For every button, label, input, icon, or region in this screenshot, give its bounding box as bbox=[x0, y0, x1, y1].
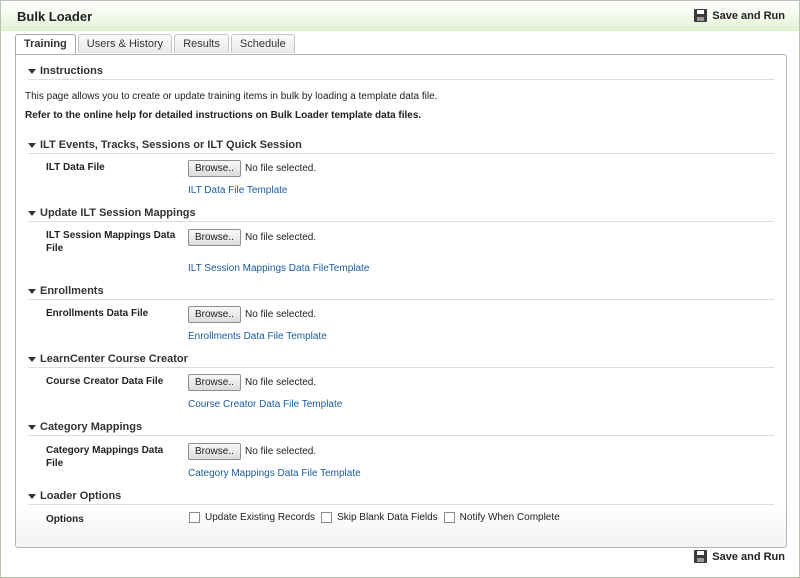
divider bbox=[28, 435, 774, 436]
page-title: Bulk Loader bbox=[17, 9, 93, 24]
ilt-mappings-browse-button[interactable]: Browse.. bbox=[188, 229, 241, 246]
section-loader-options-toggle[interactable]: Loader Options bbox=[28, 490, 121, 502]
collapse-caret-icon bbox=[28, 493, 36, 499]
tab-schedule[interactable]: Schedule bbox=[230, 34, 295, 53]
option-label: Notify When Complete bbox=[459, 512, 560, 523]
section-instructions-toggle[interactable]: Instructions bbox=[28, 65, 103, 77]
section-ilt-mappings-toggle[interactable]: Update ILT Session Mappings bbox=[28, 207, 196, 219]
ilt-mappings-data-file-label: ILT Session Mappings Data File bbox=[46, 230, 176, 254]
option-label: Skip Blank Data Fields bbox=[337, 512, 438, 523]
training-panel: Instructions This page allows you to cre… bbox=[15, 54, 787, 548]
section-title: Update ILT Session Mappings bbox=[40, 207, 196, 219]
section-enrollments-toggle[interactable]: Enrollments bbox=[28, 285, 104, 297]
course-creator-browse-button[interactable]: Browse.. bbox=[188, 374, 241, 391]
collapse-caret-icon bbox=[28, 210, 36, 216]
ilt-browse-button[interactable]: Browse.. bbox=[188, 160, 241, 177]
instructions-text: This page allows you to create or update… bbox=[25, 91, 438, 102]
divider bbox=[28, 153, 774, 154]
section-title: LearnCenter Course Creator bbox=[40, 353, 188, 365]
app-window: Bulk Loader Save and Run Training Users … bbox=[0, 0, 800, 578]
save-and-run-button-bottom[interactable]: Save and Run bbox=[694, 550, 785, 563]
category-mappings-file-status: No file selected. bbox=[245, 446, 317, 457]
ilt-mappings-template-link[interactable]: ILT Session Mappings Data FileTemplate bbox=[188, 263, 369, 274]
loader-options-group: Update Existing Records Skip Blank Data … bbox=[189, 512, 566, 523]
section-course-creator-toggle[interactable]: LearnCenter Course Creator bbox=[28, 353, 188, 365]
course-creator-template-link[interactable]: Course Creator Data File Template bbox=[188, 399, 342, 410]
enrollments-data-file-label: Enrollments Data File bbox=[46, 308, 149, 319]
save-and-run-label: Save and Run bbox=[712, 9, 785, 22]
category-mappings-template-link[interactable]: Category Mappings Data File Template bbox=[188, 468, 361, 479]
option-skip-blank-data-fields[interactable]: Skip Blank Data Fields bbox=[321, 512, 438, 523]
ilt-data-file-label: ILT Data File bbox=[46, 162, 105, 173]
collapse-caret-icon bbox=[28, 288, 36, 294]
divider bbox=[28, 504, 774, 505]
save-disk-icon bbox=[694, 550, 708, 563]
section-title: Instructions bbox=[40, 65, 103, 77]
collapse-caret-icon bbox=[28, 424, 36, 430]
ilt-template-link[interactable]: ILT Data File Template bbox=[188, 185, 288, 196]
collapse-caret-icon bbox=[28, 356, 36, 362]
tab-bar: Training Users & History Results Schedul… bbox=[15, 34, 297, 55]
save-and-run-button-top[interactable]: Save and Run bbox=[694, 9, 785, 22]
tab-results[interactable]: Results bbox=[174, 34, 229, 53]
instructions-help-text: Refer to the online help for detailed in… bbox=[25, 110, 422, 121]
divider bbox=[28, 299, 774, 300]
tab-users-history[interactable]: Users & History bbox=[77, 34, 173, 53]
save-disk-icon bbox=[694, 9, 708, 22]
divider bbox=[28, 79, 774, 80]
section-category-mappings-toggle[interactable]: Category Mappings bbox=[28, 421, 142, 433]
ilt-mappings-file-status: No file selected. bbox=[245, 232, 317, 243]
options-label: Options bbox=[46, 514, 84, 525]
update-existing-records-checkbox[interactable] bbox=[189, 512, 200, 523]
category-mappings-browse-button[interactable]: Browse.. bbox=[188, 443, 241, 460]
section-title: Category Mappings bbox=[40, 421, 143, 433]
enrollments-browse-button[interactable]: Browse.. bbox=[188, 306, 241, 323]
section-ilt-toggle[interactable]: ILT Events, Tracks, Sessions or ILT Quic… bbox=[28, 139, 302, 151]
course-creator-data-file-label: Course Creator Data File bbox=[46, 376, 164, 387]
ilt-file-status: No file selected. bbox=[245, 163, 317, 174]
notify-when-complete-checkbox[interactable] bbox=[443, 512, 455, 523]
enrollments-template-link[interactable]: Enrollments Data File Template bbox=[188, 331, 327, 342]
section-title: ILT Events, Tracks, Sessions or ILT Quic… bbox=[40, 139, 302, 151]
option-label: Update Existing Records bbox=[205, 512, 316, 523]
section-title: Loader Options bbox=[40, 490, 122, 502]
enrollments-file-status: No file selected. bbox=[245, 309, 317, 320]
collapse-caret-icon bbox=[28, 142, 36, 148]
section-title: Enrollments bbox=[40, 285, 104, 297]
divider bbox=[28, 367, 774, 368]
option-notify-when-complete[interactable]: Notify When Complete bbox=[443, 512, 560, 523]
skip-blank-data-fields-checkbox[interactable] bbox=[321, 512, 333, 523]
save-and-run-label: Save and Run bbox=[712, 550, 785, 563]
option-update-existing-records[interactable]: Update Existing Records bbox=[189, 512, 315, 523]
page-header: Bulk Loader bbox=[1, 1, 799, 31]
collapse-caret-icon bbox=[28, 68, 36, 74]
divider bbox=[28, 221, 774, 222]
tab-training[interactable]: Training bbox=[15, 34, 76, 55]
course-creator-file-status: No file selected. bbox=[245, 377, 317, 388]
category-mappings-data-file-label: Category Mappings Data File bbox=[46, 445, 164, 469]
